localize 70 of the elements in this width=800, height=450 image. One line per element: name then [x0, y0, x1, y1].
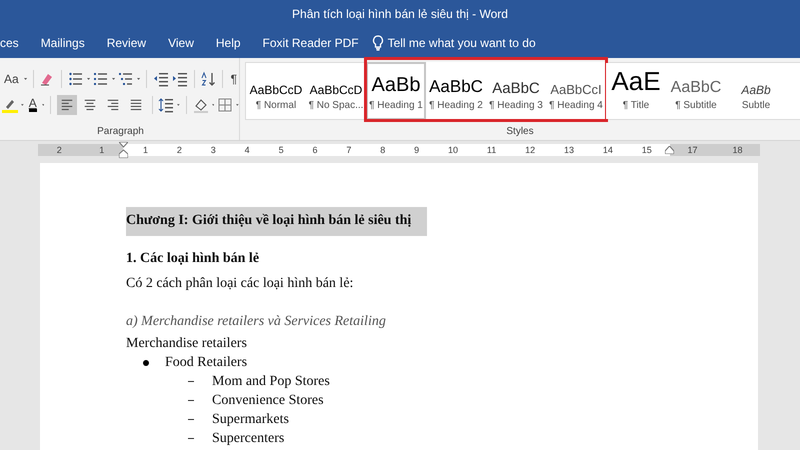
ribbon-tab[interactable]: Help — [204, 36, 252, 50]
chapter-heading: Chương I: Giới thiệu về loại hình bán lẻ siêu thị — [126, 207, 428, 236]
caret-icon[interactable] — [112, 77, 115, 81]
ruler-number: 13 — [564, 145, 574, 155]
tell-me-field[interactable]: Tell me what you want to do — [388, 36, 536, 50]
body-text: Merchandise retailers — [126, 335, 248, 353]
group-label: Paragraph — [96, 126, 145, 139]
body-text: Có 2 cách phân loại các loại hình bán lẻ: — [126, 275, 354, 293]
list-item: Convenience Stores — [212, 392, 324, 410]
change-case-button[interactable]: Aa — [2, 72, 21, 86]
ruler-number: 7 — [346, 145, 352, 155]
ruler-number: 2 — [176, 145, 182, 155]
ruler-number: 18 — [732, 145, 742, 155]
ruler-number: 12 — [525, 145, 536, 155]
caret-icon[interactable] — [236, 103, 239, 107]
bullets-icon[interactable] — [68, 71, 84, 87]
list-item: Food Retailers — [165, 354, 248, 372]
ruler-number: 11 — [486, 145, 496, 155]
ruler-number: 1 — [99, 145, 104, 155]
font-color-button[interactable]: A — [26, 98, 39, 112]
show-formatting-button[interactable]: ¶ — [228, 72, 240, 86]
ruler-number: 9 — [414, 145, 420, 155]
sort-icon[interactable] — [200, 71, 216, 87]
group-label: Styles — [505, 126, 535, 139]
style-item[interactable]: AaBb ¶ Heading 1 — [366, 62, 426, 120]
ribbon-tab[interactable]: View — [157, 36, 205, 50]
dash-icon — [188, 381, 194, 382]
caret-icon[interactable] — [86, 77, 90, 81]
line-spacing-icon[interactable] — [158, 97, 174, 113]
highlighter-icon[interactable] — [2, 97, 18, 113]
increase-indent-icon[interactable] — [172, 71, 188, 87]
caret-icon[interactable] — [136, 77, 140, 81]
dash-icon — [188, 400, 194, 401]
borders-icon[interactable] — [217, 97, 234, 113]
shading-icon[interactable] — [192, 97, 209, 113]
ribbon-tab[interactable]: Foxit Reader PDF — [252, 36, 370, 50]
ruler-number: 2 — [56, 145, 62, 155]
ruler-number: 3 — [210, 145, 216, 155]
ruler-number: 17 — [687, 145, 698, 155]
indent-marker-icon[interactable] — [665, 146, 674, 154]
list-item: Supermarkets — [212, 411, 289, 429]
numbering-icon[interactable] — [92, 71, 109, 87]
ruler-number: 4 — [244, 145, 250, 155]
list-item: Mom and Pop Stores — [212, 373, 330, 391]
caret-icon[interactable] — [24, 77, 27, 81]
decrease-indent-icon[interactable] — [152, 71, 169, 87]
ribbon-tab[interactable]: ces — [0, 36, 30, 50]
ruler-number: 14 — [602, 145, 613, 155]
bullet-icon — [143, 360, 149, 366]
subheading: a) Merchandise retailers và Services Retailing — [126, 313, 387, 331]
caret-icon[interactable] — [21, 103, 24, 107]
dash-icon — [188, 438, 194, 439]
ruler-number: 15 — [642, 145, 652, 155]
list-item: Supercenters — [212, 430, 284, 448]
ruler-number: 5 — [278, 145, 284, 155]
caret-icon[interactable] — [42, 103, 44, 107]
caret-icon[interactable] — [212, 103, 214, 107]
ruler-number: 6 — [312, 145, 318, 155]
ruler-number: 1 — [143, 145, 148, 155]
ribbon-tab[interactable]: Mailings — [30, 36, 96, 50]
caret-icon[interactable] — [177, 103, 180, 107]
multilevel-list-icon[interactable] — [118, 71, 134, 87]
indent-marker-icon[interactable] — [119, 142, 128, 158]
dash-icon — [188, 419, 194, 420]
ruler-number: 8 — [380, 145, 386, 155]
ribbon-tab[interactable]: Review — [96, 36, 158, 50]
lightbulb-icon[interactable] — [372, 35, 384, 51]
section-heading: 1. Các loại hình bán lẻ — [126, 250, 260, 268]
ruler-number: 10 — [448, 145, 458, 155]
window-title: Phân tích loại hình bán lẻ siêu thị - Word — [0, 0, 800, 28]
